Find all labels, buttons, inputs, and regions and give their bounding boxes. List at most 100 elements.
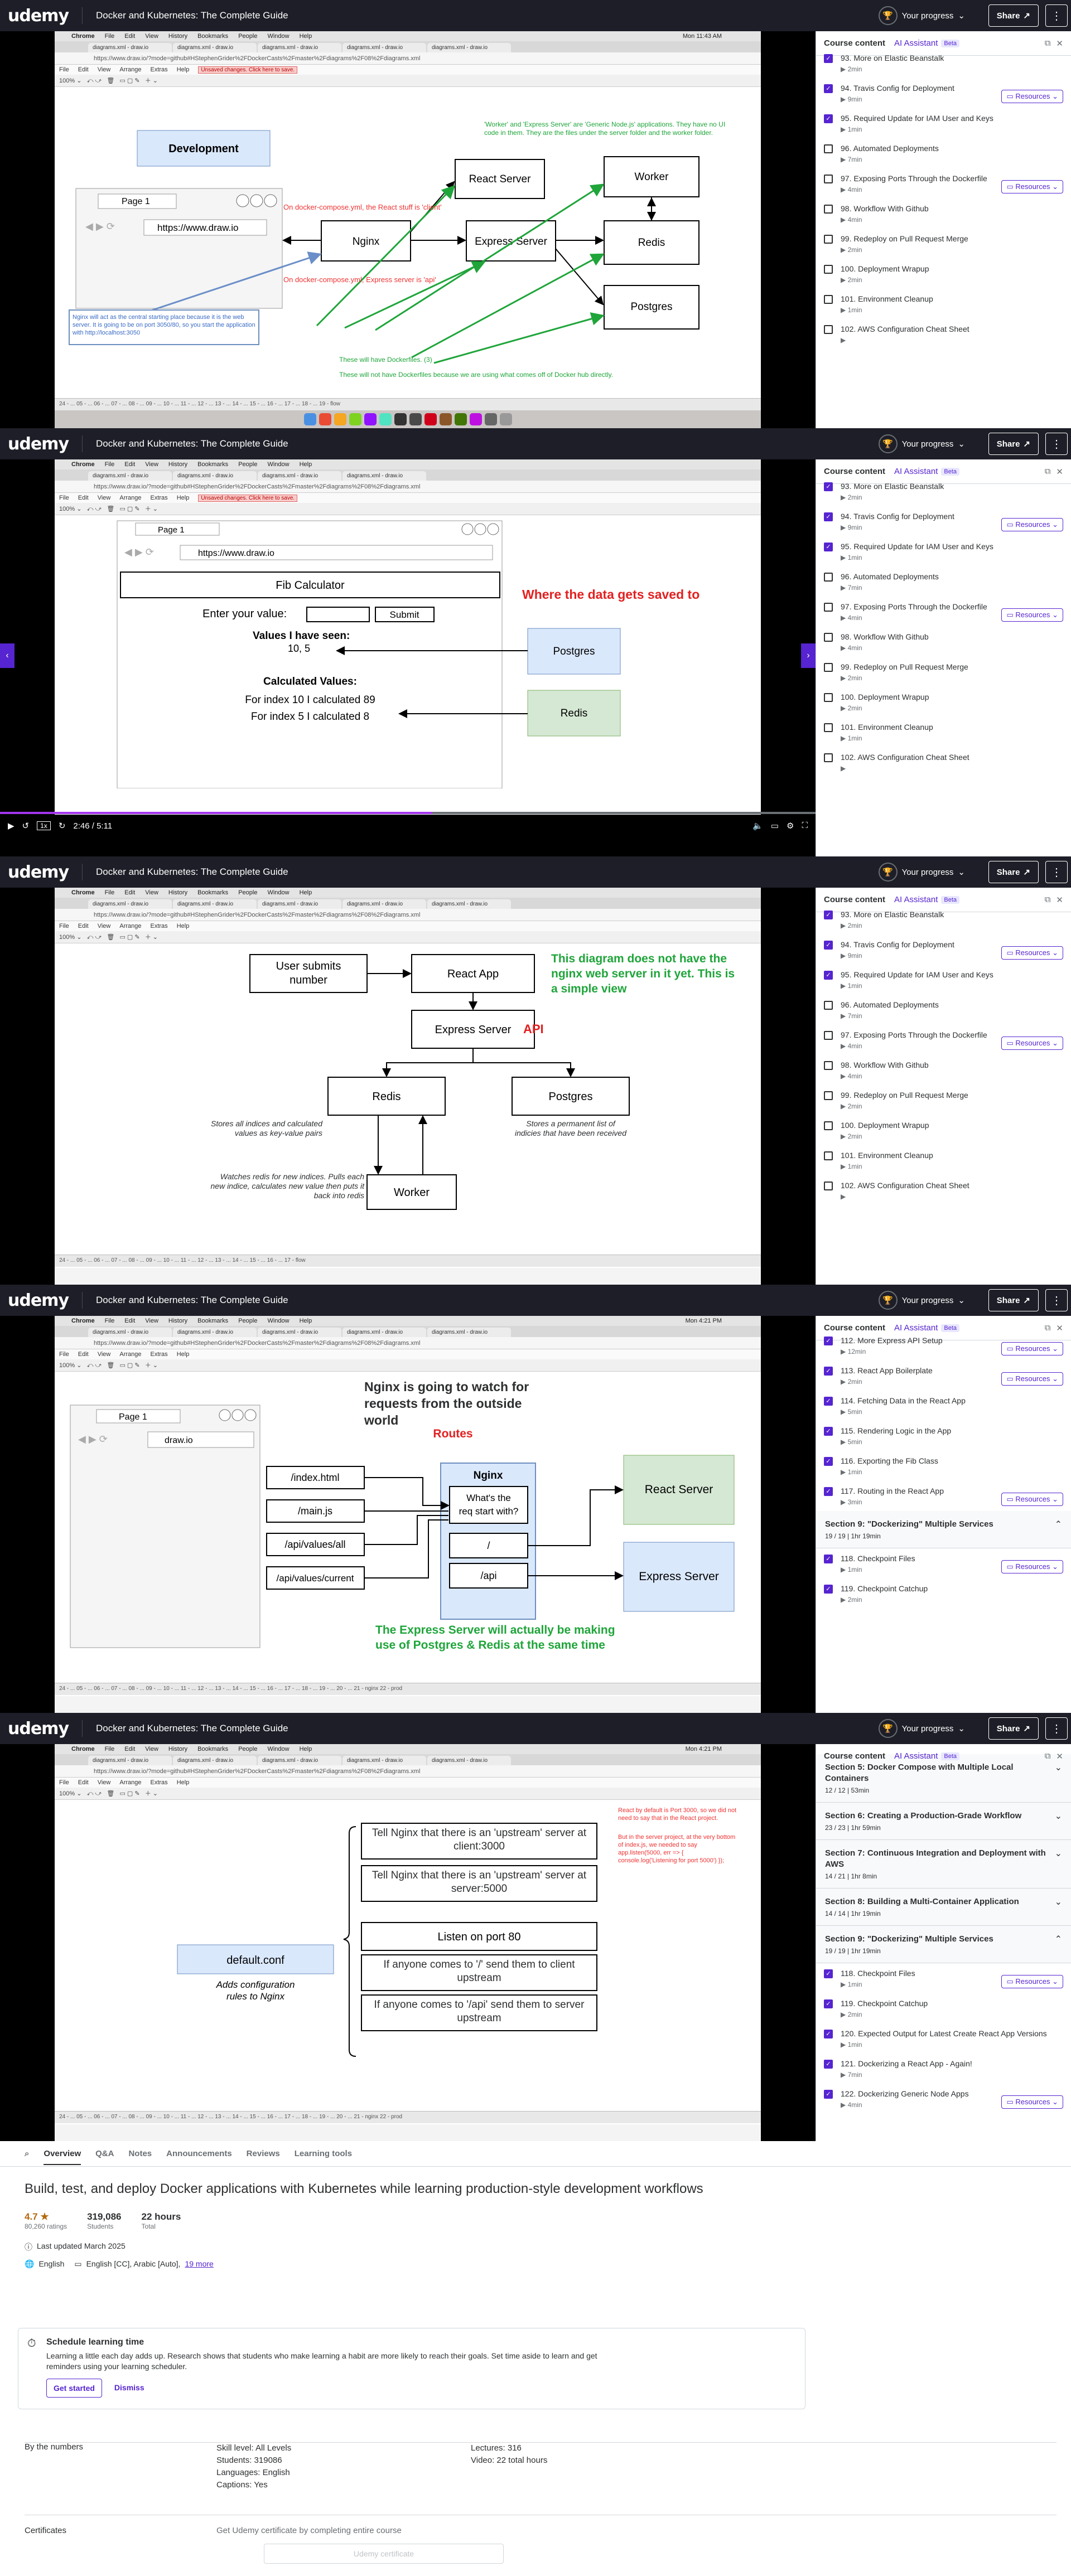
checkbox[interactable]: ✓ xyxy=(824,2030,833,2038)
checkbox[interactable]: ✓ xyxy=(824,543,833,551)
checkbox[interactable] xyxy=(824,603,833,612)
checkbox[interactable]: ✓ xyxy=(824,1397,833,1406)
resources-dropdown[interactable]: ▭ Resources ⌄ xyxy=(1001,1037,1063,1050)
video-scrubber[interactable] xyxy=(0,812,816,814)
checkbox[interactable]: ✓ xyxy=(824,1999,833,2008)
udemy-logo[interactable]: udemy xyxy=(8,6,69,26)
lecture-item[interactable]: ✓ 116. Exporting the Fib Class ▶ 1min xyxy=(816,1451,1071,1481)
tab-announcements[interactable]: Announcements xyxy=(166,2149,232,2158)
resources-dropdown[interactable]: ▭ Resources ⌄ xyxy=(1001,946,1063,960)
checkbox[interactable] xyxy=(824,753,833,762)
lecture-item[interactable]: ✓ 119. Checkpoint Catchup ▶ 2min xyxy=(816,1993,1071,2023)
next-lecture-button[interactable]: › xyxy=(801,643,816,668)
checkbox[interactable] xyxy=(824,1001,833,1010)
checkbox[interactable]: ✓ xyxy=(824,911,833,919)
share-button[interactable]: Share ↗ xyxy=(988,1289,1039,1311)
checkbox[interactable] xyxy=(824,205,833,214)
expand-icon[interactable]: ⧉ xyxy=(1045,467,1051,477)
checkbox[interactable]: ✓ xyxy=(824,941,833,950)
resources-dropdown[interactable]: ▭ Resources ⌄ xyxy=(1001,1493,1063,1506)
video-player[interactable]: Chrome File Edit View History Bookmarks People… xyxy=(0,1744,816,2141)
lecture-item[interactable]: 101. Environment Cleanup ▶ 1min xyxy=(816,1145,1071,1175)
checkbox[interactable] xyxy=(824,633,833,642)
lecture-item[interactable]: ✓ 94. Travis Config for Deployment ▶ 9min ▭… xyxy=(816,78,1071,108)
lecture-item[interactable]: 96. Automated Deployments ▶ 7min xyxy=(816,566,1071,597)
section-header[interactable]: Section 7: Continuous Integration and De… xyxy=(816,1840,1071,1889)
lecture-item[interactable]: 97. Exposing Ports Through the Dockerfil… xyxy=(816,1025,1071,1055)
progress-button[interactable]: 🏆 Your progress ⌄ xyxy=(878,863,965,882)
tab-notes[interactable]: Notes xyxy=(128,2149,152,2158)
lecture-item[interactable]: 100. Deployment Wrapup ▶ 2min xyxy=(816,687,1071,717)
checkbox[interactable]: ✓ xyxy=(824,1457,833,1466)
checkbox[interactable] xyxy=(824,573,833,582)
tab-ai-assistant[interactable]: AI Assistant Beta xyxy=(894,1323,960,1333)
share-button[interactable]: Share ↗ xyxy=(988,861,1039,883)
tab-course-content[interactable]: Course content xyxy=(824,38,885,48)
checkbox[interactable] xyxy=(824,723,833,732)
checkbox[interactable]: ✓ xyxy=(824,84,833,93)
checkbox[interactable] xyxy=(824,1121,833,1130)
udemy-logo[interactable]: udemy xyxy=(8,434,69,454)
resources-dropdown[interactable]: ▭ Resources ⌄ xyxy=(1001,1342,1063,1355)
expand-icon[interactable]: ⧉ xyxy=(1045,895,1051,905)
tab-ai-assistant[interactable]: AI Assistant Beta xyxy=(894,467,960,476)
more-options-button[interactable]: ⋮ xyxy=(1045,433,1068,455)
lecture-item[interactable]: ✓ 119. Checkpoint Catchup ▶ 2min xyxy=(816,1578,1071,1609)
checkbox[interactable]: ✓ xyxy=(824,1487,833,1496)
checkbox[interactable] xyxy=(824,325,833,334)
expand-icon[interactable]: ⧉ xyxy=(1045,38,1051,49)
more-options-button[interactable]: ⋮ xyxy=(1045,1717,1068,1740)
checkbox[interactable]: ✓ xyxy=(824,1969,833,1978)
lecture-item[interactable]: 99. Redeploy on Pull Request Merge ▶ 2min xyxy=(816,229,1071,259)
lecture-item[interactable]: ✓ 118. Checkpoint Files ▶ 1min ▭ Resources … xyxy=(816,1963,1071,1993)
play-icon[interactable]: ▶ xyxy=(8,821,15,831)
checkbox[interactable] xyxy=(824,1031,833,1040)
progress-button[interactable]: 🏆 Your progress ⌄ xyxy=(878,1719,965,1738)
volume-icon[interactable]: 🔈 xyxy=(752,821,763,831)
checkbox[interactable] xyxy=(824,144,833,153)
close-icon[interactable]: ✕ xyxy=(1056,1323,1063,1333)
lecture-item[interactable]: 96. Automated Deployments ▶ 7min xyxy=(816,138,1071,168)
lecture-item[interactable]: ✓ 93. More on Elastic Beanstalk ▶ 2min xyxy=(816,904,1071,934)
checkbox[interactable] xyxy=(824,663,833,672)
lecture-item[interactable]: ✓ 95. Required Update for IAM User and Ke… xyxy=(816,536,1071,566)
lecture-item[interactable]: 102. AWS Configuration Cheat Sheet ▶ xyxy=(816,747,1071,777)
checkbox[interactable]: ✓ xyxy=(824,114,833,123)
resources-dropdown[interactable]: ▭ Resources ⌄ xyxy=(1001,2095,1063,2109)
lecture-item[interactable]: 98. Workflow With Github ▶ 4min xyxy=(816,198,1071,229)
rewind-icon[interactable]: ↺ xyxy=(22,821,30,831)
udemy-certificate-button[interactable]: Udemy certificate xyxy=(264,2544,504,2564)
settings-icon[interactable]: ⚙ xyxy=(787,821,794,831)
resources-dropdown[interactable]: ▭ Resources ⌄ xyxy=(1001,90,1063,103)
checkbox[interactable]: ✓ xyxy=(824,482,833,491)
lecture-item[interactable]: 100. Deployment Wrapup ▶ 2min xyxy=(816,259,1071,289)
close-icon[interactable]: ✕ xyxy=(1056,1751,1063,1761)
checkbox[interactable] xyxy=(824,235,833,244)
tab-reviews[interactable]: Reviews xyxy=(247,2149,280,2158)
lecture-item[interactable]: ✓ 117. Routing in the React App ▶ 3min ▭ Re… xyxy=(816,1481,1071,1511)
lecture-item[interactable]: ✓ 115. Rendering Logic in the App ▶ 5min xyxy=(816,1421,1071,1451)
close-icon[interactable]: ✕ xyxy=(1056,467,1063,477)
lecture-item[interactable]: ✓ 93. More on Elastic Beanstalk ▶ 2min xyxy=(816,48,1071,78)
lecture-item[interactable]: 96. Automated Deployments ▶ 7min xyxy=(816,995,1071,1025)
section-header[interactable]: Section 9: "Dockerizing" Multiple Servic… xyxy=(816,1926,1071,1963)
udemy-logo[interactable]: udemy xyxy=(8,863,69,882)
close-icon[interactable]: ✕ xyxy=(1056,895,1063,905)
section-header[interactable]: Section 8: Building a Multi-Container Ap… xyxy=(816,1889,1071,1926)
fullscreen-icon[interactable]: ⛶ xyxy=(802,821,808,831)
forward-icon[interactable]: ↻ xyxy=(59,821,66,831)
captions-icon[interactable]: ▭ xyxy=(771,821,779,831)
share-button[interactable]: Share ↗ xyxy=(988,1717,1039,1740)
checkbox[interactable]: ✓ xyxy=(824,1585,833,1594)
video-player[interactable]: Chrome File Edit View History Bookmarks People… xyxy=(0,888,816,1285)
lecture-item[interactable]: ✓ 95. Required Update for IAM User and Ke… xyxy=(816,108,1071,138)
close-icon[interactable]: ✕ xyxy=(1056,38,1063,49)
checkbox[interactable]: ✓ xyxy=(824,2060,833,2069)
tab-ai-assistant[interactable]: AI Assistant Beta xyxy=(894,1751,960,1761)
previous-lecture-button[interactable]: ‹ xyxy=(0,643,15,668)
checkbox[interactable] xyxy=(824,1091,833,1100)
checkbox[interactable]: ✓ xyxy=(824,1337,833,1345)
expand-icon[interactable]: ⧉ xyxy=(1045,1323,1051,1333)
tab-ai-assistant[interactable]: AI Assistant Beta xyxy=(894,38,960,48)
tab-course-content[interactable]: Course content xyxy=(824,467,885,476)
